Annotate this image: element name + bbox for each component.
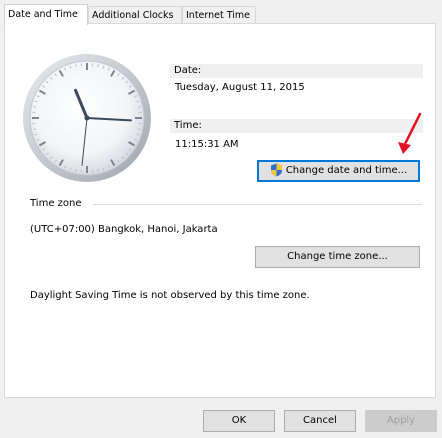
time-label: Time:	[170, 119, 423, 133]
tab-internet-time[interactable]: Internet Time	[182, 6, 256, 24]
time-value: 11:15:31 AM	[175, 139, 239, 150]
change-date-and-time-label: Change date and time...	[285, 165, 408, 176]
clock-minute-tick	[97, 168, 99, 172]
time-zone-heading: Time zone	[30, 198, 82, 209]
change-date-and-time-button[interactable]: Change date and time...	[257, 160, 420, 182]
clock-center-pin	[84, 115, 90, 121]
tab-additional-clocks[interactable]: Additional Clocks	[88, 6, 182, 24]
clock-minute-tick	[75, 168, 77, 172]
time-zone-value: (UTC+07:00) Bangkok, Hanoi, Jakarta	[30, 224, 218, 235]
date-value: Tuesday, August 11, 2015	[175, 82, 305, 93]
dst-note: Daylight Saving Time is not observed by …	[30, 290, 310, 301]
uac-shield-icon	[270, 163, 282, 177]
tab-date-and-time[interactable]: Date and Time	[4, 4, 88, 25]
date-label: Date:	[170, 64, 423, 78]
change-time-zone-button[interactable]: Change time zone...	[255, 246, 420, 268]
annotation-arrow-icon	[398, 112, 422, 154]
time-zone-divider	[93, 204, 422, 205]
analog-clock	[23, 54, 151, 182]
apply-button[interactable]: Apply	[365, 410, 437, 432]
clock-minute-tick	[137, 106, 141, 108]
clock-minute-tick	[75, 64, 77, 68]
ok-button[interactable]: OK	[203, 410, 275, 432]
tab-panel: Date: Tuesday, August 11, 2015 Time: 11:…	[4, 23, 436, 398]
clock-minute-tick	[97, 64, 99, 68]
cancel-button[interactable]: Cancel	[284, 410, 356, 432]
clock-minute-tick	[33, 128, 37, 130]
clock-minute-tick	[33, 106, 37, 108]
clock-minute-tick	[137, 128, 141, 130]
